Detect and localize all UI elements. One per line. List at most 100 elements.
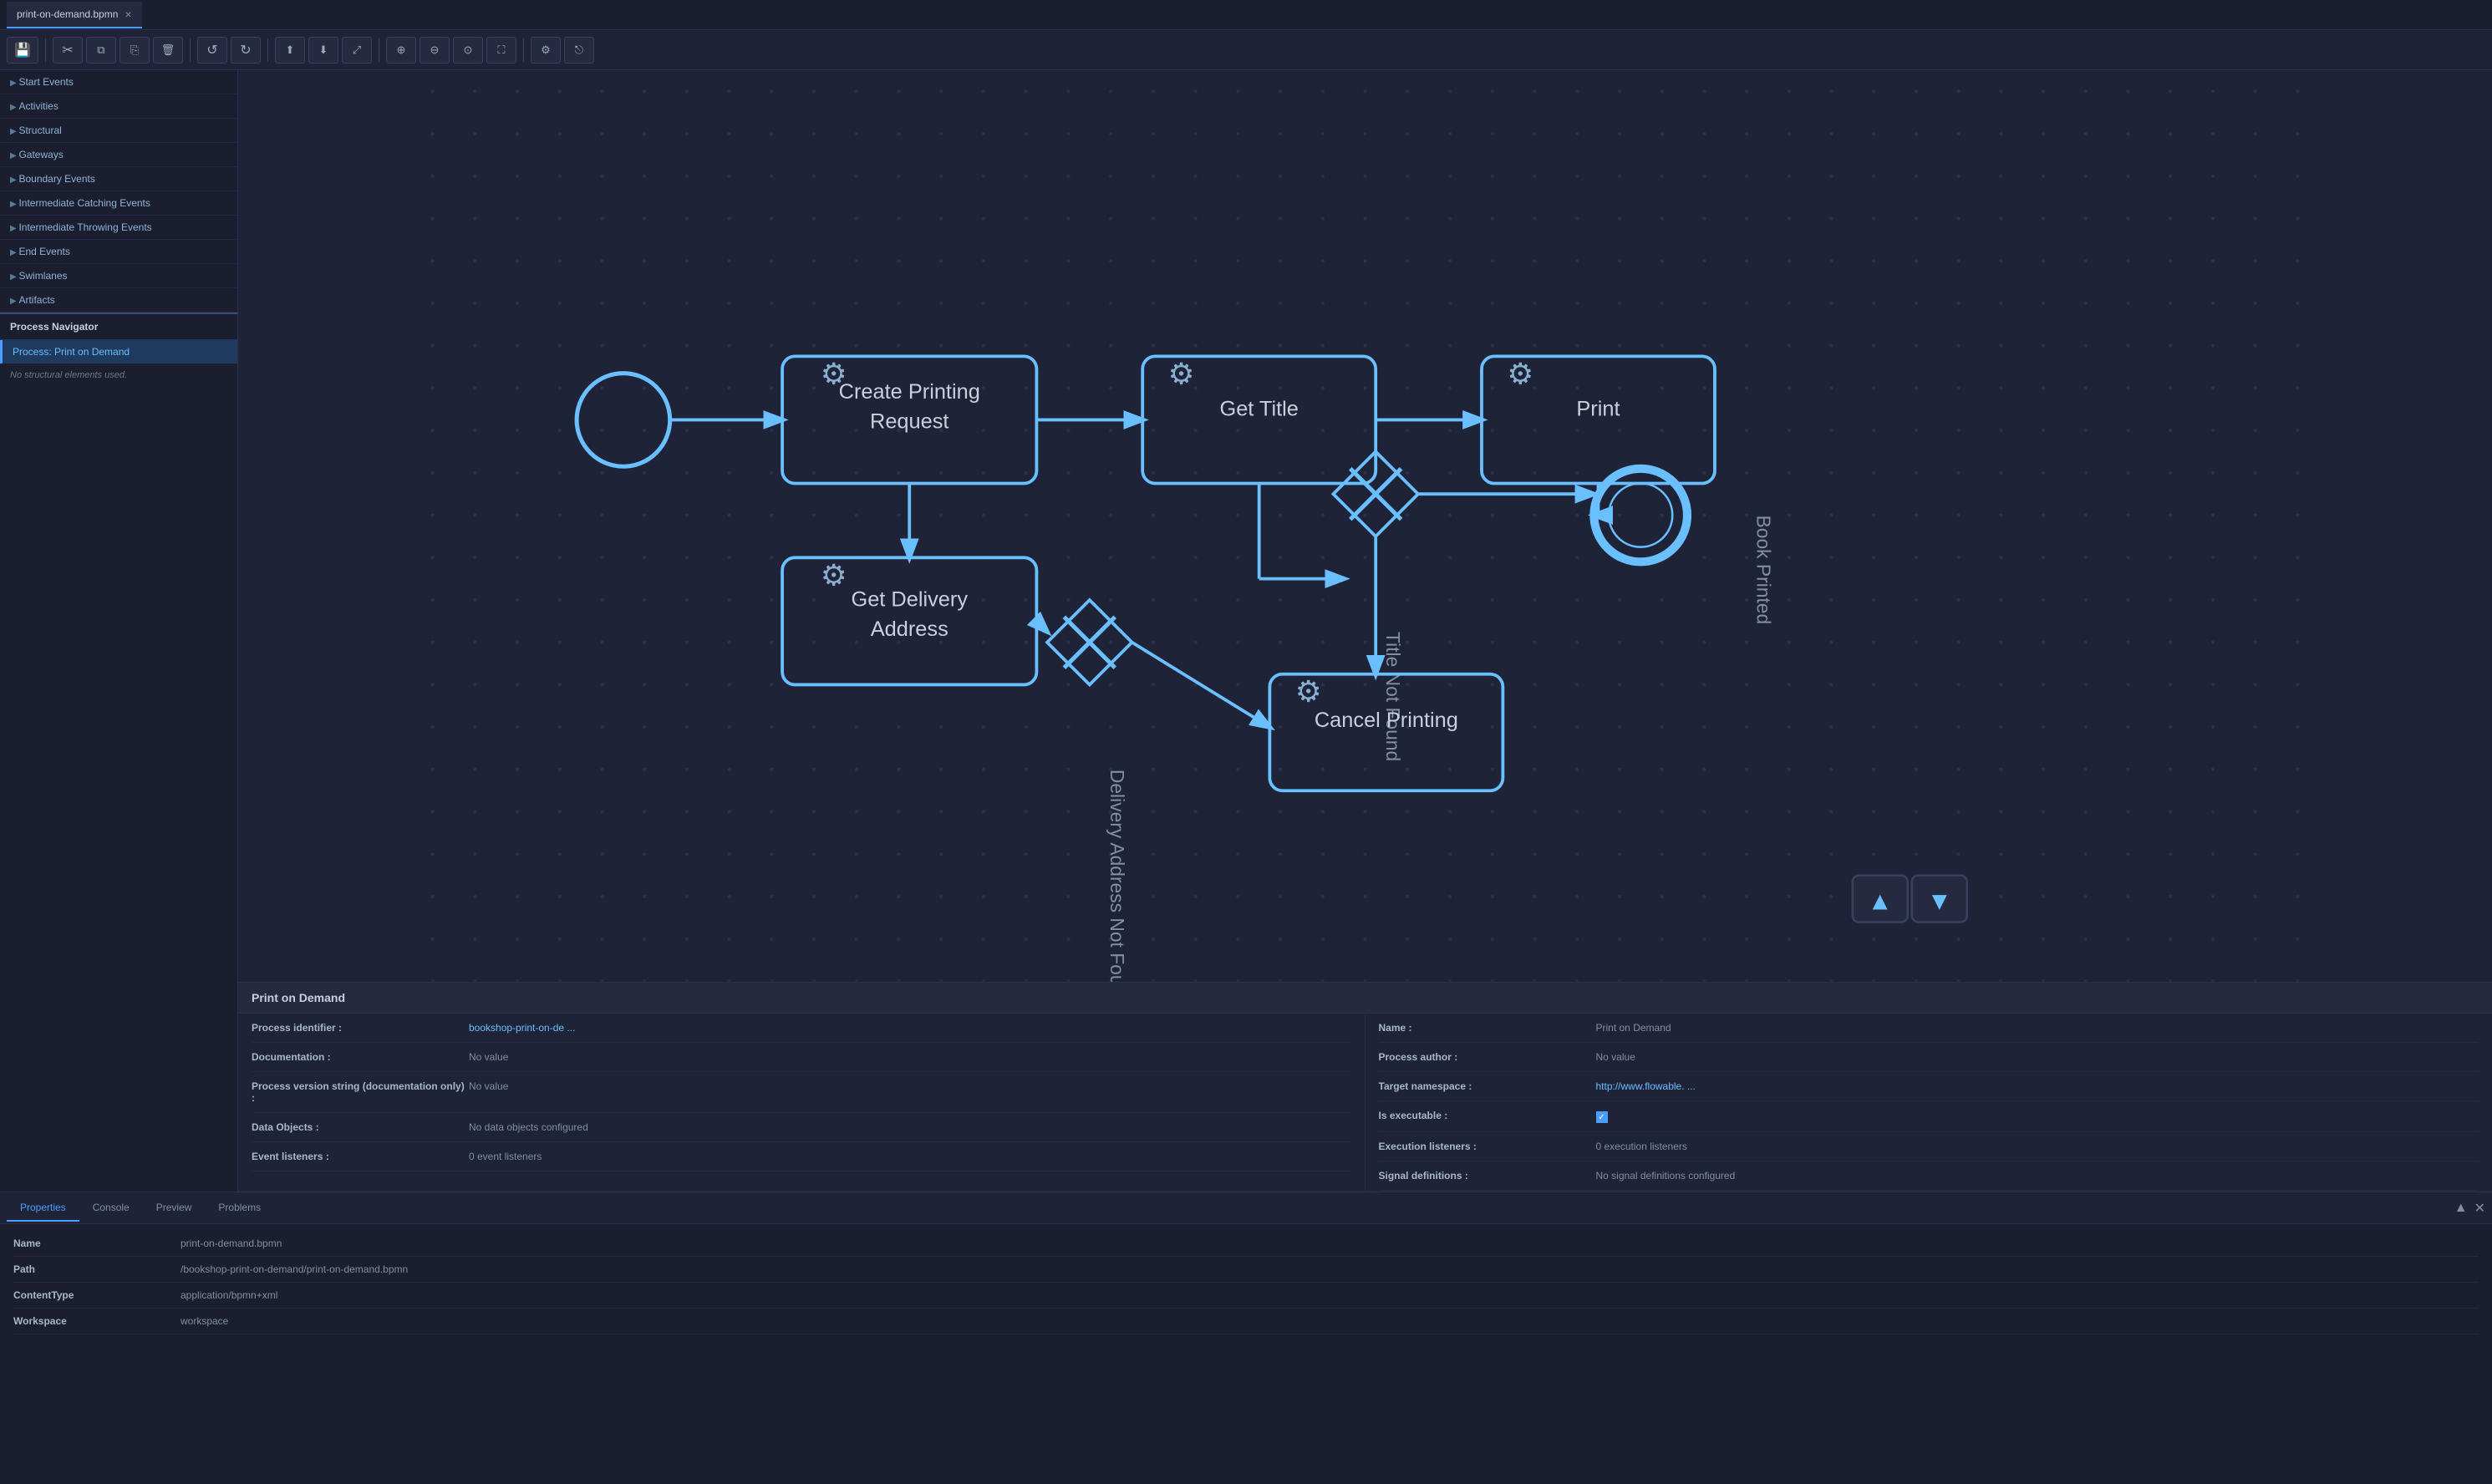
sidebar-item-structural[interactable]: Structural	[0, 119, 237, 143]
process-navigator: Process Navigator Process: Print on Dema…	[0, 313, 237, 387]
process-author-label: Process author :	[1379, 1051, 1596, 1063]
svg-text:▲: ▲	[1868, 887, 1893, 915]
is-executable-row: Is executable : ✓	[1379, 1101, 2479, 1133]
process-author-row: Process author : No value	[1379, 1043, 2479, 1072]
export-button[interactable]: ⎋	[564, 37, 594, 64]
signal-definitions-row: Signal definitions : No signal definitio…	[1379, 1161, 2479, 1191]
toolbar-sep-3	[267, 38, 268, 62]
toolbar-sep-5	[523, 38, 524, 62]
documentation-value: No value	[469, 1051, 1351, 1063]
process-author-value: No value	[1596, 1051, 2479, 1063]
data-objects-label: Data Objects :	[252, 1121, 469, 1133]
tab-preview[interactable]: Preview	[143, 1195, 206, 1222]
svg-text:⚙: ⚙	[821, 357, 847, 390]
process-navigator-title: Process Navigator	[0, 314, 237, 340]
tab-label: print-on-demand.bpmn	[17, 8, 118, 20]
prop-val-workspace: workspace	[181, 1315, 2479, 1327]
properties-tabs: Properties Console Preview Problems ▲ ✕	[0, 1192, 2492, 1224]
target-namespace-value: http://www.flowable. ...	[1596, 1080, 2479, 1092]
process-identifier-value: bookshop-print-on-de ...	[469, 1022, 1351, 1034]
signal-definitions-label: Signal definitions :	[1379, 1170, 1596, 1182]
prop-row-path: Path /bookshop-print-on-demand/print-on-…	[13, 1257, 2479, 1283]
bpmn-canvas[interactable]: Create Printing Request ⚙ Get Title ⚙ Pr…	[238, 70, 2492, 982]
documentation-label: Documentation :	[252, 1051, 469, 1063]
name-row: Name : Print on Demand	[1379, 1014, 2479, 1043]
arrange-button[interactable]: ⤢	[342, 37, 372, 64]
data-objects-row: Data Objects : No data objects configure…	[252, 1113, 1351, 1142]
svg-text:Get Delivery: Get Delivery	[851, 588, 968, 612]
execution-listeners-row: Execution listeners : 0 execution listen…	[1379, 1132, 2479, 1161]
bpmn-diagram: Create Printing Request ⚙ Get Title ⚙ Pr…	[238, 70, 2492, 982]
data-objects-value: No data objects configured	[469, 1121, 1351, 1133]
executable-checkbox[interactable]: ✓	[1596, 1111, 1608, 1123]
copy-button[interactable]: ⧉	[86, 37, 116, 64]
sidebar-item-intermediate-throwing[interactable]: Intermediate Throwing Events	[0, 216, 237, 240]
svg-text:Address: Address	[871, 617, 948, 641]
is-executable-value[interactable]: ✓	[1596, 1110, 2479, 1124]
properties-table: Name print-on-demand.bpmn Path /bookshop…	[0, 1224, 2492, 1484]
svg-text:Cancel Printing: Cancel Printing	[1315, 709, 1458, 732]
prop-key-contenttype: ContentType	[13, 1289, 181, 1301]
svg-text:⚙: ⚙	[821, 558, 847, 592]
zoom-in-button[interactable]: ⊕	[386, 37, 416, 64]
fullscreen-button[interactable]: ⛶	[486, 37, 516, 64]
svg-text:⚙: ⚙	[1168, 357, 1195, 390]
settings-button[interactable]: ⚙	[531, 37, 561, 64]
file-tab[interactable]: print-on-demand.bpmn ×	[7, 2, 142, 28]
zoom-fit-button[interactable]: ⊙	[453, 37, 483, 64]
process-info-section: Print on Demand Process identifier : boo…	[238, 982, 2492, 1192]
toolbar: 💾 ✂ ⧉ ⎘ 🗑 ↺ ↻ ⬆ ⬇ ⤢ ⊕ ⊖ ⊙ ⛶ ⚙ ⎋	[0, 30, 2492, 70]
svg-text:Print: Print	[1576, 397, 1620, 420]
sidebar-item-boundary-events[interactable]: Boundary Events	[0, 167, 237, 191]
align-up-button[interactable]: ⬆	[275, 37, 305, 64]
paste-button[interactable]: ⎘	[120, 37, 150, 64]
sidebar-item-gateways[interactable]: Gateways	[0, 143, 237, 167]
tab-bar: print-on-demand.bpmn ×	[0, 0, 2492, 30]
tab-properties[interactable]: Properties	[7, 1195, 79, 1222]
prop-key-path: Path	[13, 1263, 181, 1275]
sidebar-item-intermediate-catching[interactable]: Intermediate Catching Events	[0, 191, 237, 216]
align-down-button[interactable]: ⬇	[308, 37, 338, 64]
zoom-out-button[interactable]: ⊖	[420, 37, 450, 64]
version-string-row: Process version string (documentation on…	[252, 1072, 1351, 1113]
svg-text:Request: Request	[870, 410, 948, 434]
no-structural-text: No structural elements used.	[0, 363, 237, 387]
process-identifier-row: Process identifier : bookshop-print-on-d…	[252, 1014, 1351, 1043]
left-panel: Start Events Activities Structural Gatew…	[0, 70, 238, 1192]
toolbar-sep-1	[45, 38, 46, 62]
sidebar-item-start-events[interactable]: Start Events	[0, 70, 237, 94]
target-namespace-row: Target namespace : http://www.flowable. …	[1379, 1072, 2479, 1101]
svg-text:⚙: ⚙	[1295, 675, 1322, 709]
svg-text:▼: ▼	[1927, 887, 1952, 915]
sidebar-item-end-events[interactable]: End Events	[0, 240, 237, 264]
prop-val-name: print-on-demand.bpmn	[181, 1238, 2479, 1249]
sidebar-item-swimlanes[interactable]: Swimlanes	[0, 264, 237, 288]
cut-button[interactable]: ✂	[53, 37, 83, 64]
prop-row-name: Name print-on-demand.bpmn	[13, 1231, 2479, 1257]
close-panel-button[interactable]: ✕	[2474, 1200, 2485, 1217]
svg-text:Delivery Address Not Found: Delivery Address Not Found	[1106, 770, 1128, 982]
process-info-title: Print on Demand	[238, 983, 2492, 1014]
tab-close-button[interactable]: ×	[125, 8, 131, 21]
delete-button[interactable]: 🗑	[153, 37, 183, 64]
process-navigator-item[interactable]: Process: Print on Demand	[0, 340, 237, 363]
process-identifier-label: Process identifier :	[252, 1022, 469, 1034]
sidebar-item-activities[interactable]: Activities	[0, 94, 237, 119]
redo-button[interactable]: ↻	[231, 37, 261, 64]
sidebar-item-artifacts[interactable]: Artifacts	[0, 288, 237, 313]
name-label: Name :	[1379, 1022, 1596, 1034]
execution-listeners-value: 0 execution listeners	[1596, 1141, 2479, 1152]
version-string-value: No value	[469, 1080, 1351, 1092]
prop-row-workspace: Workspace workspace	[13, 1309, 2479, 1334]
main-area: Start Events Activities Structural Gatew…	[0, 70, 2492, 1192]
svg-text:⚙: ⚙	[1507, 357, 1533, 390]
target-namespace-label: Target namespace :	[1379, 1080, 1596, 1092]
is-executable-label: Is executable :	[1379, 1110, 1596, 1121]
undo-button[interactable]: ↺	[197, 37, 227, 64]
prop-val-path: /bookshop-print-on-demand/print-on-deman…	[181, 1263, 2479, 1275]
save-button[interactable]: 💾	[7, 37, 38, 64]
tab-console[interactable]: Console	[79, 1195, 143, 1222]
tab-problems[interactable]: Problems	[205, 1195, 274, 1222]
collapse-button[interactable]: ▲	[2454, 1200, 2468, 1217]
prop-key-name: Name	[13, 1238, 181, 1249]
